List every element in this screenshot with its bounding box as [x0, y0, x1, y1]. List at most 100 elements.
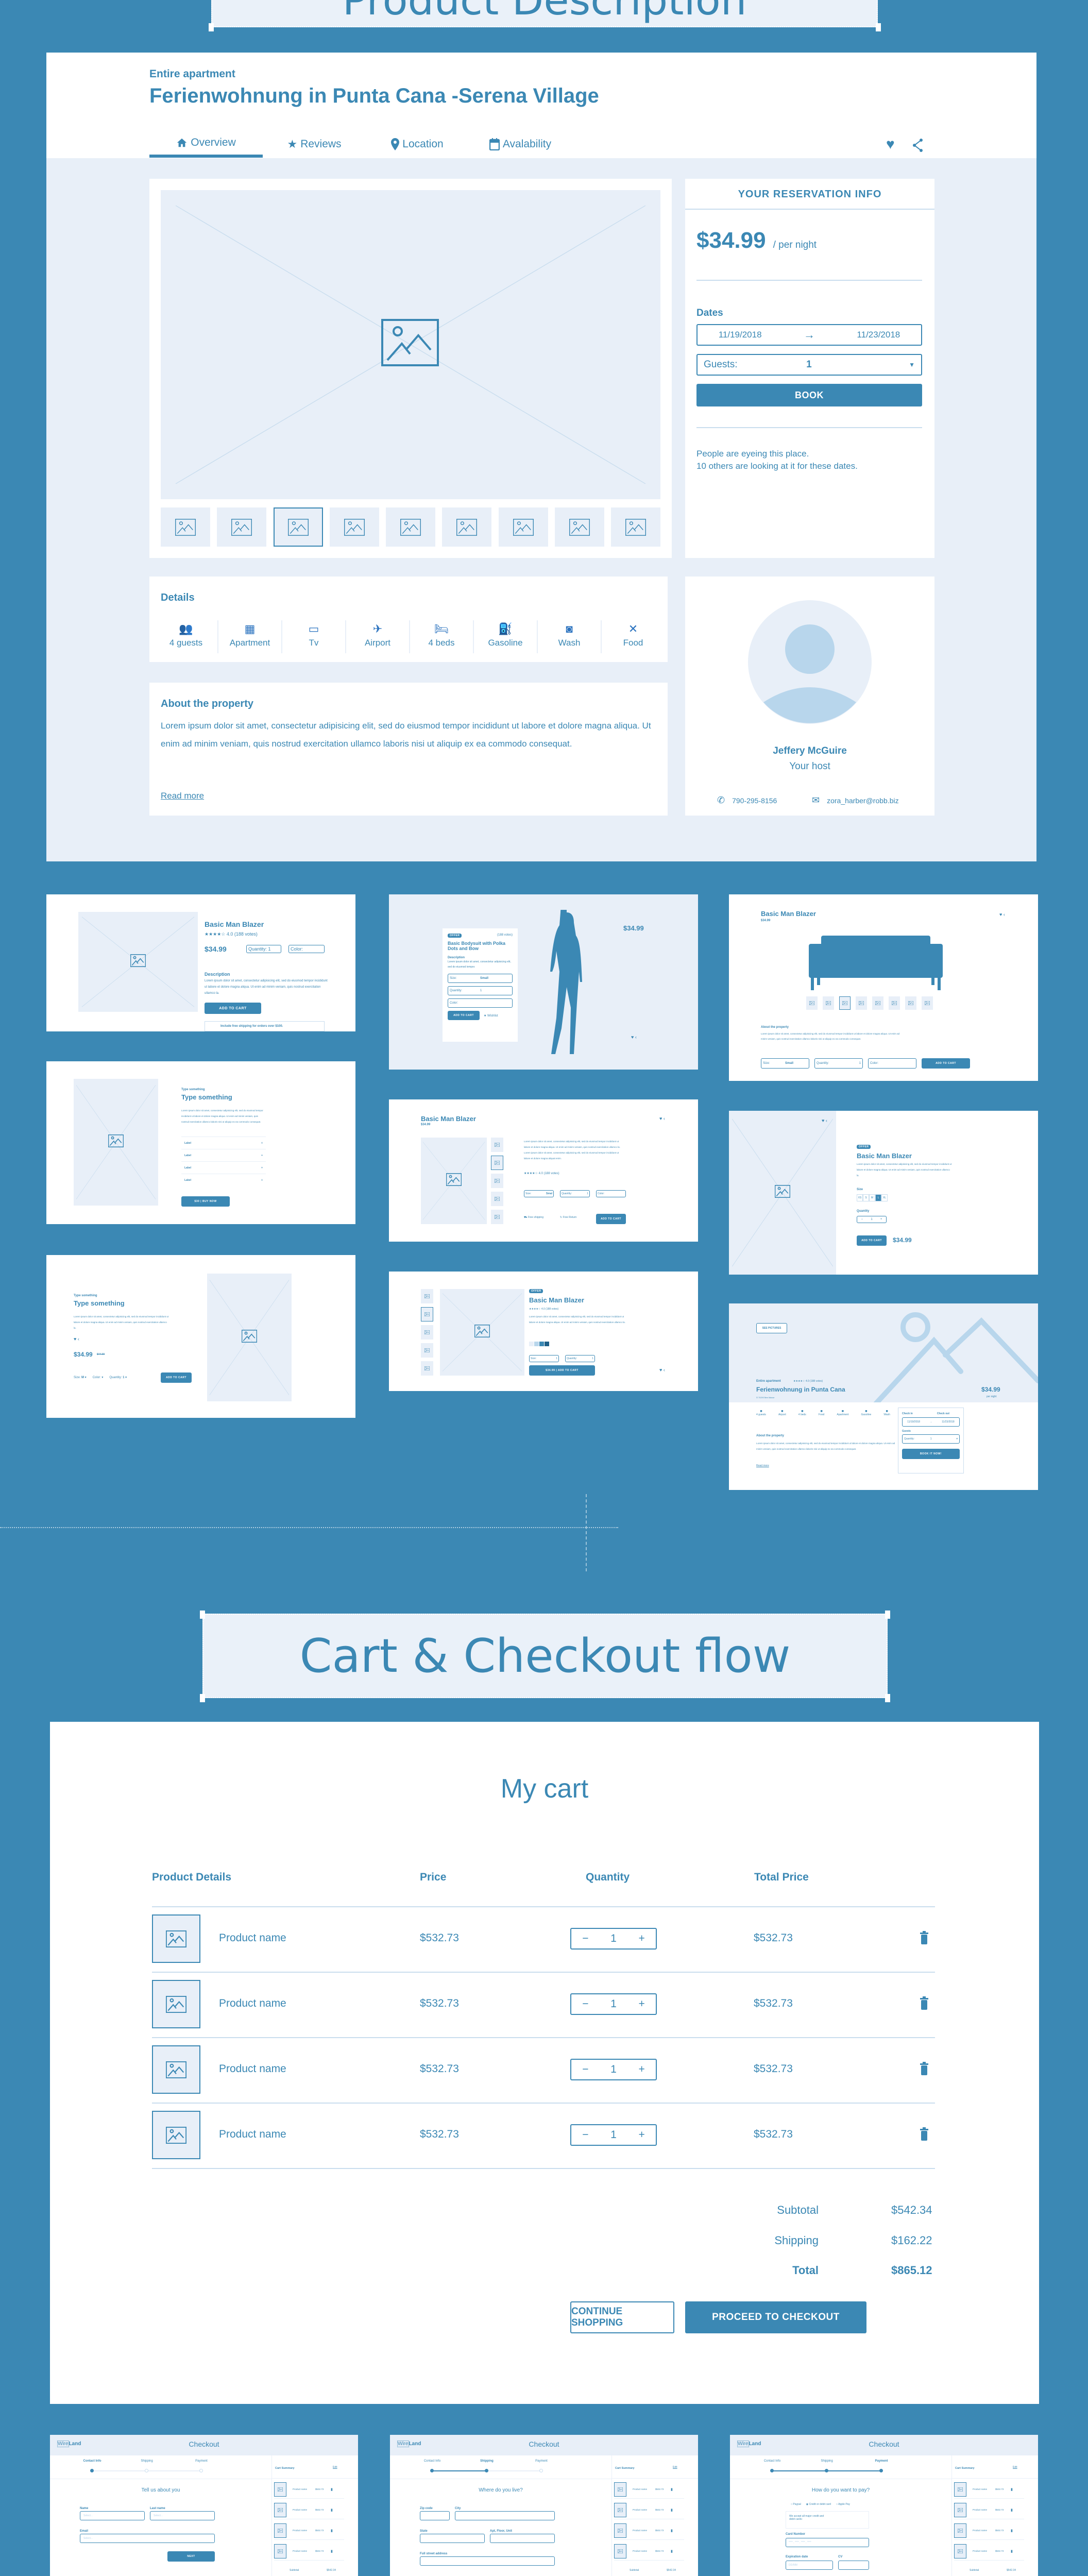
- product-name[interactable]: Product name: [219, 2128, 286, 2141]
- trash-icon[interactable]: ▮: [331, 2529, 333, 2533]
- see-pictures-button[interactable]: SEE PICTURES: [756, 1323, 787, 1333]
- trash-icon[interactable]: ▮: [671, 2487, 673, 2492]
- add-to-cart-button[interactable]: ADD TO CART: [857, 1235, 887, 1246]
- quantity-select[interactable]: Quantity: 1 ▾: [109, 1376, 127, 1379]
- increment-button[interactable]: +: [638, 1998, 644, 2010]
- variant-card-4[interactable]: Type something Type something Lorem ipsu…: [46, 1061, 355, 1224]
- thumb[interactable]: [839, 996, 851, 1010]
- host-phone[interactable]: ✆ 790-295-8156: [717, 795, 777, 806]
- gallery-thumb[interactable]: [386, 507, 435, 547]
- gallery-thumb[interactable]: [273, 507, 323, 547]
- edit-link[interactable]: Edit: [1013, 2466, 1017, 2469]
- thumb[interactable]: [823, 996, 834, 1010]
- product-name[interactable]: Product name: [219, 1932, 286, 1944]
- wishlist-link[interactable]: ★ Wishlist: [484, 1014, 498, 1018]
- trash-icon[interactable]: ▮: [671, 2529, 673, 2533]
- thumb[interactable]: [421, 1307, 433, 1321]
- share-icon[interactable]: [912, 138, 924, 152]
- gallery-thumb[interactable]: [498, 507, 548, 547]
- add-to-cart-button[interactable]: ADD TO CART: [448, 1011, 480, 1020]
- quantity-stepper[interactable]: −1 +: [857, 1216, 887, 1223]
- heart-icon[interactable]: ♥ ‹: [74, 1336, 79, 1342]
- quantity-select[interactable]: Quantity: 1: [814, 1058, 863, 1069]
- heart-icon[interactable]: ♥ ‹: [659, 1367, 665, 1372]
- name-field[interactable]: Select...: [80, 2511, 145, 2520]
- variant-card-5[interactable]: Basic Man Blazer $34.99 ♥ ‹ Lorem ipsum …: [389, 1099, 698, 1242]
- trash-icon[interactable]: ▮: [331, 2508, 333, 2512]
- tab-overview[interactable]: Overview: [149, 131, 263, 158]
- quantity-stepper[interactable]: − 1 +: [570, 1993, 657, 2015]
- size-select[interactable]: Size: Small: [448, 974, 513, 983]
- payment-radio[interactable]: ◉ Credit or debit card: [806, 2503, 831, 2506]
- edit-link[interactable]: Edit: [333, 2466, 337, 2469]
- thumb[interactable]: [421, 1361, 433, 1376]
- add-to-cart-button[interactable]: ADD TO CART: [205, 1003, 261, 1014]
- variant-card-2[interactable]: OFFER (188 votes) Basic Bodysuit with Pol…: [389, 894, 698, 1070]
- trash-icon[interactable]: ▮: [1011, 2487, 1013, 2492]
- read-more-link[interactable]: Read more: [756, 1464, 769, 1467]
- increment-button[interactable]: +: [638, 2129, 644, 2141]
- trash-icon[interactable]: [920, 1931, 929, 1944]
- thumb[interactable]: [905, 996, 916, 1010]
- tab-location[interactable]: Location: [366, 131, 469, 158]
- quantity-stepper[interactable]: − 1 +: [570, 1928, 657, 1950]
- add-to-cart-button[interactable]: ADD TO CART: [922, 1058, 970, 1069]
- thumb[interactable]: [421, 1289, 433, 1303]
- heart-icon[interactable]: ♥ ‹: [659, 1116, 665, 1121]
- apt-field[interactable]: [490, 2534, 555, 2543]
- trash-icon[interactable]: [920, 2062, 929, 2075]
- quantity-stepper[interactable]: − 1 +: [570, 2124, 657, 2146]
- increment-button[interactable]: +: [638, 1933, 644, 1945]
- trash-icon[interactable]: ▮: [671, 2508, 673, 2512]
- color-select[interactable]: Color:: [448, 998, 513, 1008]
- trash-icon[interactable]: ▮: [671, 2549, 673, 2553]
- thumb[interactable]: [491, 1156, 503, 1170]
- size-option[interactable]: XL: [881, 1194, 888, 1201]
- thumb[interactable]: [922, 996, 933, 1010]
- thumb[interactable]: [421, 1343, 433, 1358]
- size-option[interactable]: M: [869, 1194, 875, 1201]
- expiration-field[interactable]: DD/MM: [786, 2561, 833, 2570]
- thumb[interactable]: [889, 996, 900, 1010]
- size-option[interactable]: XS: [857, 1194, 863, 1201]
- heart-icon[interactable]: ♥ ‹: [631, 1035, 637, 1040]
- decrement-button[interactable]: −: [582, 2129, 588, 2141]
- size-select[interactable]: Size: Small: [761, 1058, 809, 1069]
- cv-field[interactable]: [838, 2561, 869, 2570]
- gallery-thumb[interactable]: [611, 507, 660, 547]
- payment-radio[interactable]: ○ Apple Pay: [836, 2503, 850, 2506]
- heart-icon[interactable]: ♥ ‹: [999, 912, 1005, 917]
- thumb[interactable]: [491, 1174, 503, 1188]
- trash-icon[interactable]: ▮: [1011, 2549, 1013, 2553]
- state-field[interactable]: [420, 2534, 485, 2543]
- heart-icon[interactable]: ♥ ‹: [822, 1118, 827, 1123]
- size-select[interactable]: Size: 1: [529, 1355, 559, 1362]
- trash-icon[interactable]: ▮: [1011, 2529, 1013, 2533]
- edit-link[interactable]: Edit: [673, 2466, 677, 2469]
- book-now-button[interactable]: BOOK IT NOW!: [902, 1449, 960, 1459]
- gallery-main-image[interactable]: [161, 190, 660, 499]
- last-name-field[interactable]: Select...: [150, 2511, 215, 2520]
- variant-card-1[interactable]: Basic Man Blazer ★★★★☆ 4.0 (188 votes) $…: [46, 894, 355, 1031]
- gallery-thumb[interactable]: [217, 507, 267, 547]
- accordion-item[interactable]: Label +: [181, 1161, 266, 1174]
- proceed-to-checkout-button[interactable]: PROCEED TO CHECKOUT: [685, 2301, 866, 2333]
- accordion-item[interactable]: Label +: [181, 1174, 266, 1186]
- book-button[interactable]: BOOK: [696, 384, 922, 406]
- decrement-button[interactable]: −: [582, 1933, 588, 1945]
- quantity-select[interactable]: Quantity: 1: [565, 1355, 595, 1362]
- product-name[interactable]: Product name: [219, 2063, 286, 2075]
- gallery-thumb[interactable]: [329, 507, 379, 547]
- payment-radio[interactable]: ○ Paypal: [791, 2503, 801, 2506]
- continue-shopping-button[interactable]: CONTINUE SHOPPING: [570, 2301, 674, 2333]
- gallery-thumb[interactable]: [554, 507, 604, 547]
- thumb[interactable]: [872, 996, 883, 1010]
- thumb[interactable]: [421, 1325, 433, 1340]
- color-select[interactable]: Color:: [288, 945, 325, 953]
- card-number-field[interactable]: **** , **** , **** , ****: [786, 2538, 869, 2547]
- date-range-field[interactable]: 11/19/2018 → 11/23/2018: [902, 1417, 960, 1427]
- quantity-select[interactable]: Quantity: 1: [246, 945, 281, 953]
- quantity-select[interactable]: Quantity: 1: [448, 986, 513, 995]
- product-name[interactable]: Product name: [219, 1997, 286, 2010]
- decrement-button[interactable]: −: [582, 2063, 588, 2076]
